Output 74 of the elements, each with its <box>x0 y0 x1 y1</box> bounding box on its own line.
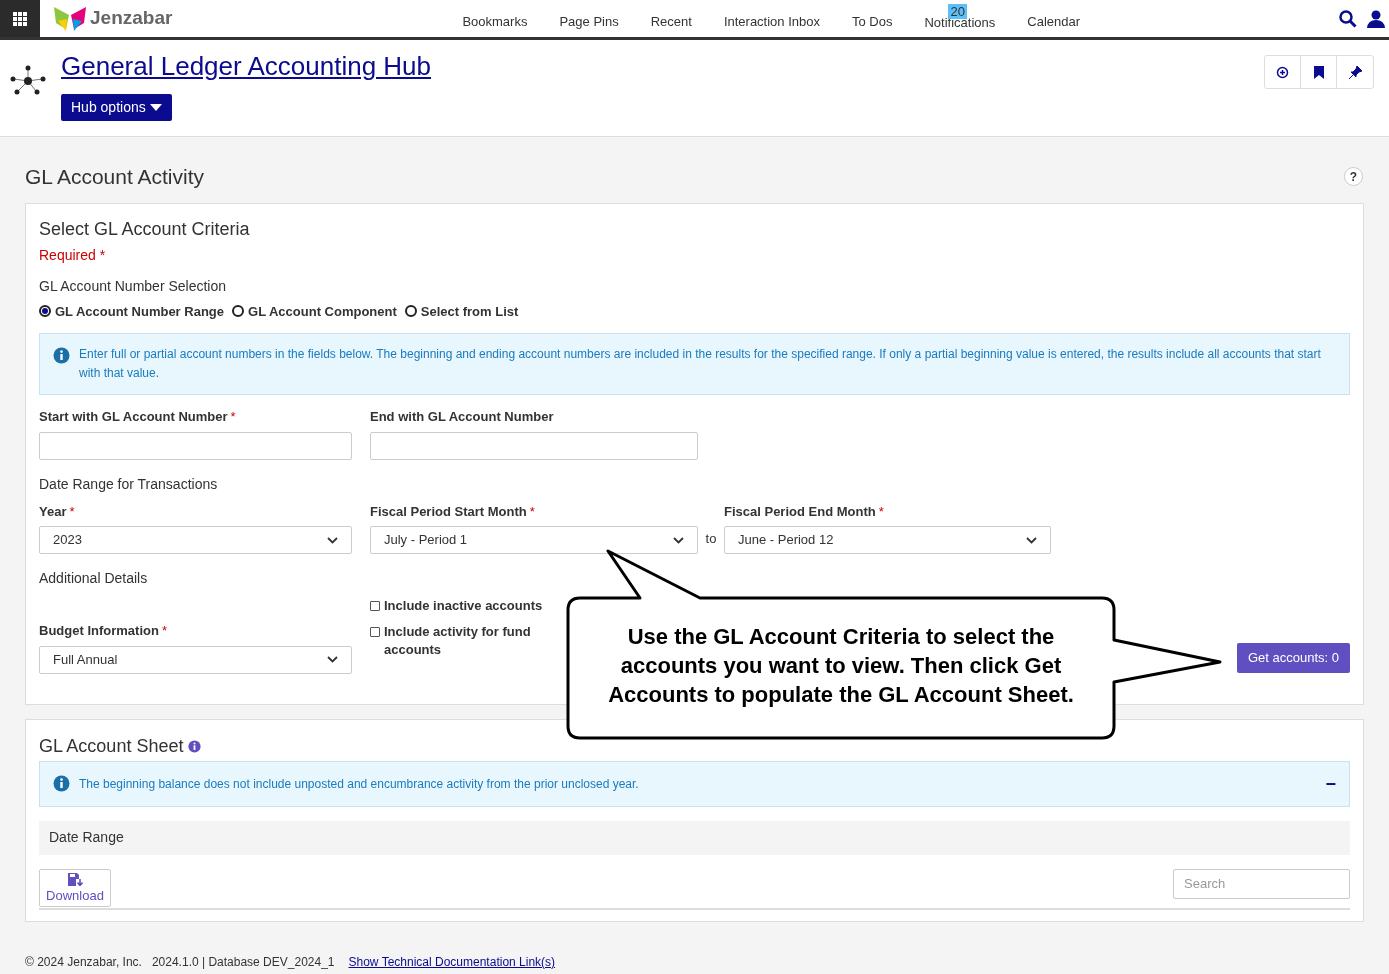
radio-button[interactable] <box>232 305 245 318</box>
required-mark: * <box>878 502 884 521</box>
range-separator: to <box>704 529 718 548</box>
nav-link[interactable]: Page Pins <box>559 11 619 31</box>
radio-button[interactable] <box>404 305 417 318</box>
section-title: Select GL Account Criteria <box>39 217 251 241</box>
user-icon[interactable] <box>1367 9 1385 28</box>
brand-name: Jenzabar <box>90 6 173 31</box>
notification-count-badge: 20 <box>948 4 967 19</box>
save-download-icon <box>67 872 83 886</box>
info-text: The beginning balance does not include unposted and encumbrance activity from the prior unclosed year. <box>79 775 639 793</box>
chevron-down-icon <box>1026 536 1037 544</box>
documentation-link[interactable]: Show Technical Documentation Link(s) <box>348 952 556 971</box>
app-menu-button[interactable] <box>0 0 40 37</box>
page-title: GL Account Activity <box>25 164 204 190</box>
radio-option[interactable]: Select from List <box>404 301 519 321</box>
checkbox-option[interactable]: Include inactive accounts <box>370 597 545 615</box>
field-label: End with GL Account Number <box>370 408 554 426</box>
hub-options-button[interactable]: Hub options <box>61 94 172 121</box>
get-accounts-button[interactable]: Get accounts: 0 <box>1236 642 1350 673</box>
text-input-field[interactable] <box>370 431 698 460</box>
radio-option[interactable]: GL Account Number Range <box>39 301 225 321</box>
butterfly-logo-icon <box>52 4 88 33</box>
checkbox[interactable] <box>370 627 380 637</box>
info-icon <box>188 739 202 753</box>
nav-link[interactable]: Calendar <box>1027 11 1081 31</box>
nav-link[interactable]: Bookmarks <box>462 11 528 31</box>
field-label: Fiscal Period End Month <box>724 502 876 521</box>
bookmark-icon <box>1313 65 1324 79</box>
collapse-button[interactable]: − <box>1325 774 1336 793</box>
text-input-field[interactable] <box>39 431 352 460</box>
nav-link[interactable]: Interaction Inbox <box>723 11 820 31</box>
help-button[interactable]: ? <box>1344 167 1363 187</box>
required-mark: * <box>230 408 236 426</box>
nav-link[interactable]: Recent <box>650 11 692 31</box>
required-mark: * <box>161 622 167 640</box>
field-label: Fiscal Period Start Month <box>370 502 527 521</box>
select-field[interactable]: July - Period 1 <box>370 526 698 554</box>
chevron-down-icon <box>327 656 338 663</box>
copyright-text: © 2024 Jenzabar, Inc. <box>25 953 142 971</box>
checkbox-option[interactable]: Include activity for fund accounts <box>370 623 545 659</box>
download-button[interactable]: Download <box>39 868 111 907</box>
info-icon <box>53 347 70 364</box>
chevron-down-icon <box>327 536 338 544</box>
radio-button[interactable] <box>39 305 51 318</box>
info-text: Enter full or partial account numbers in the fields below. The beginning and ending account numbers are included in the results for the specified range. If only a partial beginning value is entered, the results include all accounts that start with that value. <box>79 346 1322 382</box>
grid-icon <box>13 11 27 26</box>
callout-text: Use the GL Account Criteria to select the accounts you want to view. Then click Get Accounts to populate the GL Account Sheet. <box>607 623 1075 709</box>
select-field[interactable]: Full Annual <box>39 645 352 674</box>
caret-icon <box>149 104 162 111</box>
required-mark: * <box>529 502 535 521</box>
info-icon <box>53 775 70 792</box>
checkbox[interactable] <box>370 601 380 611</box>
nav-link[interactable]: To Dos <box>852 11 893 31</box>
group-label: Additional Details <box>39 569 149 588</box>
required-note: Required <box>39 245 96 265</box>
hub-title-link[interactable]: General Ledger Accounting Hub <box>61 50 432 82</box>
select-field[interactable]: 2023 <box>39 526 352 554</box>
group-header: Date Range <box>39 820 1350 855</box>
field-label: Budget Information <box>39 622 159 640</box>
field-label: Year <box>39 502 67 521</box>
radio-option[interactable]: GL Account Component <box>232 301 397 321</box>
required-mark: * <box>99 245 106 265</box>
group-label: Date Range for Transactions <box>39 474 219 494</box>
search-field[interactable]: Search <box>1173 868 1350 899</box>
version-text: 2024.1.0 | Database DEV_2024_1 <box>151 953 335 971</box>
field-label: Start with GL Account Number <box>39 408 228 426</box>
chevron-down-icon <box>673 536 684 544</box>
required-mark: * <box>69 502 75 521</box>
section-title: GL Account Sheet <box>39 734 184 758</box>
select-field[interactable]: June - Period 12 <box>724 526 1051 554</box>
group-label: GL Account Number Selection <box>39 276 228 296</box>
pin-icon <box>1348 65 1362 79</box>
search-icon[interactable] <box>1339 9 1357 28</box>
